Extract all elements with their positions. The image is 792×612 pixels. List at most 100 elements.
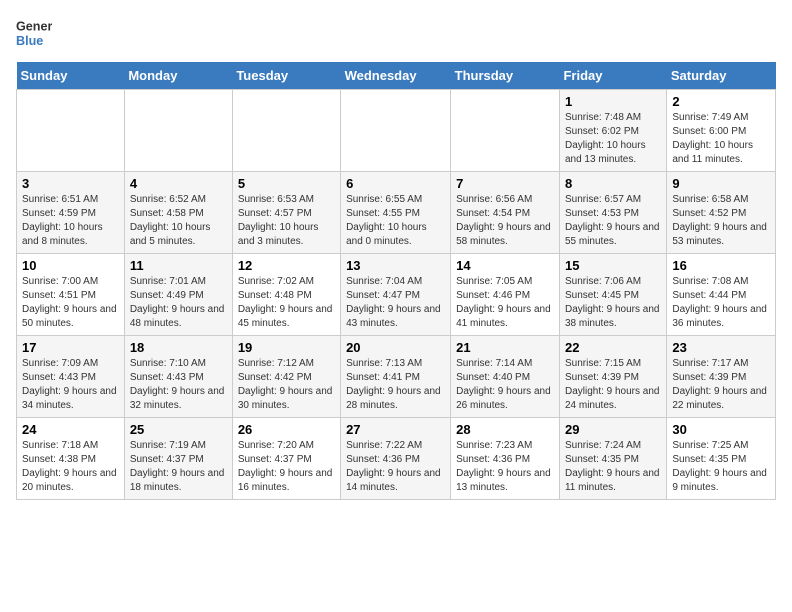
day-number: 10 — [22, 258, 119, 273]
calendar-cell — [17, 90, 125, 172]
calendar-cell: 5Sunrise: 6:53 AM Sunset: 4:57 PM Daylig… — [232, 172, 340, 254]
calendar-header-row: SundayMondayTuesdayWednesdayThursdayFrid… — [17, 62, 776, 90]
calendar-cell: 15 Sunrise: 7:06 AM Sunset: 4:45 PM Dayli… — [559, 254, 666, 336]
day-number: 24 — [22, 422, 119, 437]
day-info: Sunrise: 7:13 AM Sunset: 4:41 PM Dayligh… — [346, 357, 445, 413]
day-number: 22 — [565, 340, 661, 355]
header-monday: Monday — [124, 62, 232, 90]
day-number: 28 — [456, 422, 554, 437]
day-info: Sunrise: 7:24 AM Sunset: 4:35 PM Dayligh… — [565, 439, 661, 495]
day-info: Sunrise: 7:04 AM Sunset: 4:47 PM Dayligh… — [346, 275, 445, 331]
calendar-cell — [124, 90, 232, 172]
calendar-cell: 9 Sunrise: 6:58 AM Sunset: 4:52 PM Daylig… — [667, 172, 776, 254]
week-row-2: 10 Sunrise: 7:00 AM Sunset: 4:51 PM Dayli… — [17, 254, 776, 336]
calendar-cell: 27 Sunrise: 7:22 AM Sunset: 4:36 PM Dayli… — [341, 418, 451, 500]
day-number: 27 — [346, 422, 445, 437]
calendar-cell: 2 Sunrise: 7:49 AM Sunset: 6:00 PM Daylig… — [667, 90, 776, 172]
day-info: Sunrise: 6:55 AM Sunset: 4:55 PM Dayligh… — [346, 193, 445, 249]
week-row-4: 24 Sunrise: 7:18 AM Sunset: 4:38 PM Dayli… — [17, 418, 776, 500]
calendar-cell: 22 Sunrise: 7:15 AM Sunset: 4:39 PM Dayli… — [559, 336, 666, 418]
day-number: 18 — [130, 340, 227, 355]
header: GeneralBlue — [16, 16, 776, 52]
header-friday: Friday — [559, 62, 666, 90]
calendar-cell: 1 Sunrise: 7:48 AM Sunset: 6:02 PM Daylig… — [559, 90, 666, 172]
day-info: Sunrise: 7:12 AM Sunset: 4:42 PM Dayligh… — [238, 357, 335, 413]
calendar-cell: 21 Sunrise: 7:14 AM Sunset: 4:40 PM Dayli… — [451, 336, 560, 418]
day-info: Sunrise: 7:15 AM Sunset: 4:39 PM Dayligh… — [565, 357, 661, 413]
calendar-cell: 16 Sunrise: 7:08 AM Sunset: 4:44 PM Dayli… — [667, 254, 776, 336]
day-number: 19 — [238, 340, 335, 355]
day-info: Sunrise: 7:48 AM Sunset: 6:02 PM Dayligh… — [565, 111, 661, 167]
day-number: 29 — [565, 422, 661, 437]
header-wednesday: Wednesday — [341, 62, 451, 90]
day-info: Sunrise: 7:06 AM Sunset: 4:45 PM Dayligh… — [565, 275, 661, 331]
calendar-cell: 12 Sunrise: 7:02 AM Sunset: 4:48 PM Dayli… — [232, 254, 340, 336]
calendar-cell: 6 Sunrise: 6:55 AM Sunset: 4:55 PM Daylig… — [341, 172, 451, 254]
calendar-cell: 28 Sunrise: 7:23 AM Sunset: 4:36 PM Dayli… — [451, 418, 560, 500]
calendar-cell: 8Sunrise: 6:57 AM Sunset: 4:53 PM Daylig… — [559, 172, 666, 254]
day-number: 30 — [672, 422, 770, 437]
calendar-cell: 10 Sunrise: 7:00 AM Sunset: 4:51 PM Dayli… — [17, 254, 125, 336]
calendar-cell: 11 Sunrise: 7:01 AM Sunset: 4:49 PM Dayli… — [124, 254, 232, 336]
day-number: 7 — [456, 176, 554, 191]
day-number: 12 — [238, 258, 335, 273]
calendar-cell: 26 Sunrise: 7:20 AM Sunset: 4:37 PM Dayli… — [232, 418, 340, 500]
header-tuesday: Tuesday — [232, 62, 340, 90]
day-number: 9 — [672, 176, 770, 191]
day-info: Sunrise: 7:25 AM Sunset: 4:35 PM Dayligh… — [672, 439, 770, 495]
svg-text:Blue: Blue — [16, 34, 43, 48]
calendar-cell — [451, 90, 560, 172]
day-info: Sunrise: 7:02 AM Sunset: 4:48 PM Dayligh… — [238, 275, 335, 331]
day-info: Sunrise: 7:08 AM Sunset: 4:44 PM Dayligh… — [672, 275, 770, 331]
header-thursday: Thursday — [451, 62, 560, 90]
day-info: Sunrise: 7:17 AM Sunset: 4:39 PM Dayligh… — [672, 357, 770, 413]
svg-text:General: General — [16, 19, 52, 33]
day-info: Sunrise: 6:58 AM Sunset: 4:52 PM Dayligh… — [672, 193, 770, 249]
header-saturday: Saturday — [667, 62, 776, 90]
week-row-1: 3 Sunrise: 6:51 AM Sunset: 4:59 PM Daylig… — [17, 172, 776, 254]
day-info: Sunrise: 7:09 AM Sunset: 4:43 PM Dayligh… — [22, 357, 119, 413]
day-info: Sunrise: 7:22 AM Sunset: 4:36 PM Dayligh… — [346, 439, 445, 495]
day-info: Sunrise: 7:01 AM Sunset: 4:49 PM Dayligh… — [130, 275, 227, 331]
calendar-cell: 18Sunrise: 7:10 AM Sunset: 4:43 PM Dayli… — [124, 336, 232, 418]
calendar-cell — [341, 90, 451, 172]
week-row-3: 17Sunrise: 7:09 AM Sunset: 4:43 PM Dayli… — [17, 336, 776, 418]
week-row-0: 1 Sunrise: 7:48 AM Sunset: 6:02 PM Daylig… — [17, 90, 776, 172]
day-info: Sunrise: 6:51 AM Sunset: 4:59 PM Dayligh… — [22, 193, 119, 249]
day-number: 3 — [22, 176, 119, 191]
day-info: Sunrise: 7:49 AM Sunset: 6:00 PM Dayligh… — [672, 111, 770, 167]
day-number: 16 — [672, 258, 770, 273]
day-number: 21 — [456, 340, 554, 355]
day-number: 26 — [238, 422, 335, 437]
day-info: Sunrise: 7:19 AM Sunset: 4:37 PM Dayligh… — [130, 439, 227, 495]
calendar-cell: 14 Sunrise: 7:05 AM Sunset: 4:46 PM Dayli… — [451, 254, 560, 336]
day-number: 6 — [346, 176, 445, 191]
day-number: 2 — [672, 94, 770, 109]
day-info: Sunrise: 6:53 AM Sunset: 4:57 PM Dayligh… — [238, 193, 335, 249]
day-number: 4 — [130, 176, 227, 191]
calendar-cell: 4Sunrise: 6:52 AM Sunset: 4:58 PM Daylig… — [124, 172, 232, 254]
day-info: Sunrise: 6:57 AM Sunset: 4:53 PM Dayligh… — [565, 193, 661, 249]
calendar-table: SundayMondayTuesdayWednesdayThursdayFrid… — [16, 62, 776, 500]
day-number: 11 — [130, 258, 227, 273]
day-number: 14 — [456, 258, 554, 273]
header-sunday: Sunday — [17, 62, 125, 90]
calendar-cell: 20Sunrise: 7:13 AM Sunset: 4:41 PM Dayli… — [341, 336, 451, 418]
logo-icon: GeneralBlue — [16, 16, 52, 52]
calendar-cell: 7Sunrise: 6:56 AM Sunset: 4:54 PM Daylig… — [451, 172, 560, 254]
day-number: 23 — [672, 340, 770, 355]
day-info: Sunrise: 7:05 AM Sunset: 4:46 PM Dayligh… — [456, 275, 554, 331]
day-info: Sunrise: 7:23 AM Sunset: 4:36 PM Dayligh… — [456, 439, 554, 495]
day-info: Sunrise: 7:14 AM Sunset: 4:40 PM Dayligh… — [456, 357, 554, 413]
day-info: Sunrise: 7:20 AM Sunset: 4:37 PM Dayligh… — [238, 439, 335, 495]
day-number: 25 — [130, 422, 227, 437]
calendar-cell: 25 Sunrise: 7:19 AM Sunset: 4:37 PM Dayli… — [124, 418, 232, 500]
day-number: 15 — [565, 258, 661, 273]
day-info: Sunrise: 7:00 AM Sunset: 4:51 PM Dayligh… — [22, 275, 119, 331]
calendar-cell: 23 Sunrise: 7:17 AM Sunset: 4:39 PM Dayli… — [667, 336, 776, 418]
logo: GeneralBlue — [16, 16, 52, 52]
day-info: Sunrise: 7:18 AM Sunset: 4:38 PM Dayligh… — [22, 439, 119, 495]
day-number: 1 — [565, 94, 661, 109]
calendar-cell: 30 Sunrise: 7:25 AM Sunset: 4:35 PM Dayli… — [667, 418, 776, 500]
calendar-cell: 29 Sunrise: 7:24 AM Sunset: 4:35 PM Dayli… — [559, 418, 666, 500]
